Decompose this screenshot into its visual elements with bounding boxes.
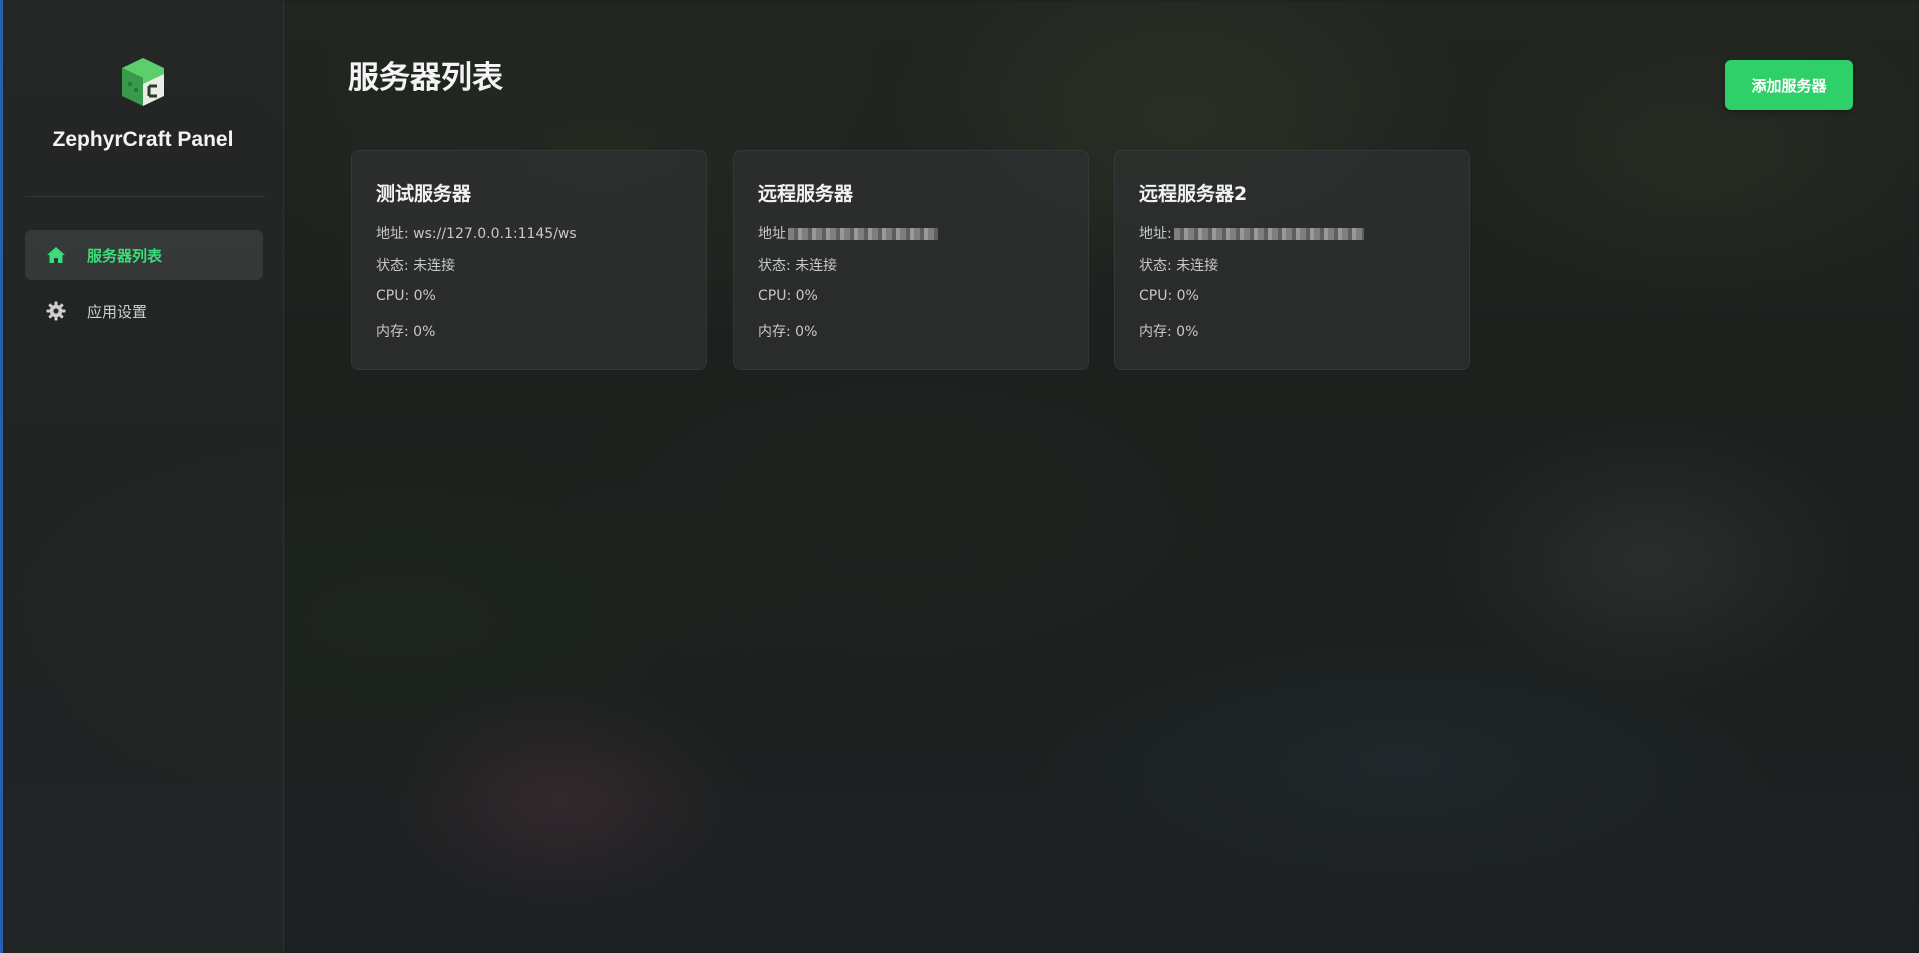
gear-icon xyxy=(45,300,67,322)
server-memory: 内存: 0% xyxy=(376,324,436,340)
server-address: 地址: ws://127.0.0.1:1145/ws xyxy=(376,226,577,242)
grass-block-logo-icon xyxy=(122,58,164,106)
server-name: 远程服务器 xyxy=(758,183,854,205)
sidebar-item-label: 服务器列表 xyxy=(87,246,163,265)
add-server-button[interactable]: 添加服务器 xyxy=(1725,60,1853,110)
redacted-address xyxy=(788,228,938,240)
server-memory: 内存: 0% xyxy=(1139,324,1199,340)
server-card[interactable]: 远程服务器 地址 状态: 未连接 CPU: 0% 内存: 0% xyxy=(733,150,1089,370)
sidebar-divider xyxy=(25,196,265,197)
server-cpu: CPU: 0% xyxy=(1139,288,1199,304)
server-status: 状态: 未连接 xyxy=(376,258,456,274)
server-memory: 内存: 0% xyxy=(758,324,818,340)
sidebar-item-app-settings[interactable]: 应用设置 xyxy=(25,286,263,336)
home-icon xyxy=(45,244,67,266)
sidebar: ZephyrCraft Panel 服务器列表 应用设置 xyxy=(3,0,284,953)
server-address-row: 地址: xyxy=(1139,223,1364,243)
background-overlay xyxy=(0,0,1919,953)
redacted-address xyxy=(1173,228,1364,240)
page-title: 服务器列表 xyxy=(348,60,503,96)
server-status: 状态: 未连接 xyxy=(758,258,838,274)
sidebar-item-label: 应用设置 xyxy=(87,302,148,321)
server-address: 地址: xyxy=(1139,226,1172,242)
brand-title: ZephyrCraft Panel xyxy=(52,128,234,151)
server-name: 测试服务器 xyxy=(376,183,472,205)
server-address: 地址 xyxy=(758,226,786,242)
sidebar-item-server-list[interactable]: 服务器列表 xyxy=(25,230,263,280)
logo-area xyxy=(3,56,283,116)
server-status: 状态: 未连接 xyxy=(1139,258,1219,274)
server-card[interactable]: 远程服务器2 地址: 状态: 未连接 CPU: 0% 内存: 0% xyxy=(1114,150,1470,370)
server-card[interactable]: 测试服务器 地址: ws://127.0.0.1:1145/ws 状态: 未连接… xyxy=(351,150,707,370)
server-address-row: 地址 xyxy=(758,223,938,243)
server-cpu: CPU: 0% xyxy=(376,288,436,304)
server-name: 远程服务器2 xyxy=(1139,183,1248,205)
server-cpu: CPU: 0% xyxy=(758,288,818,304)
